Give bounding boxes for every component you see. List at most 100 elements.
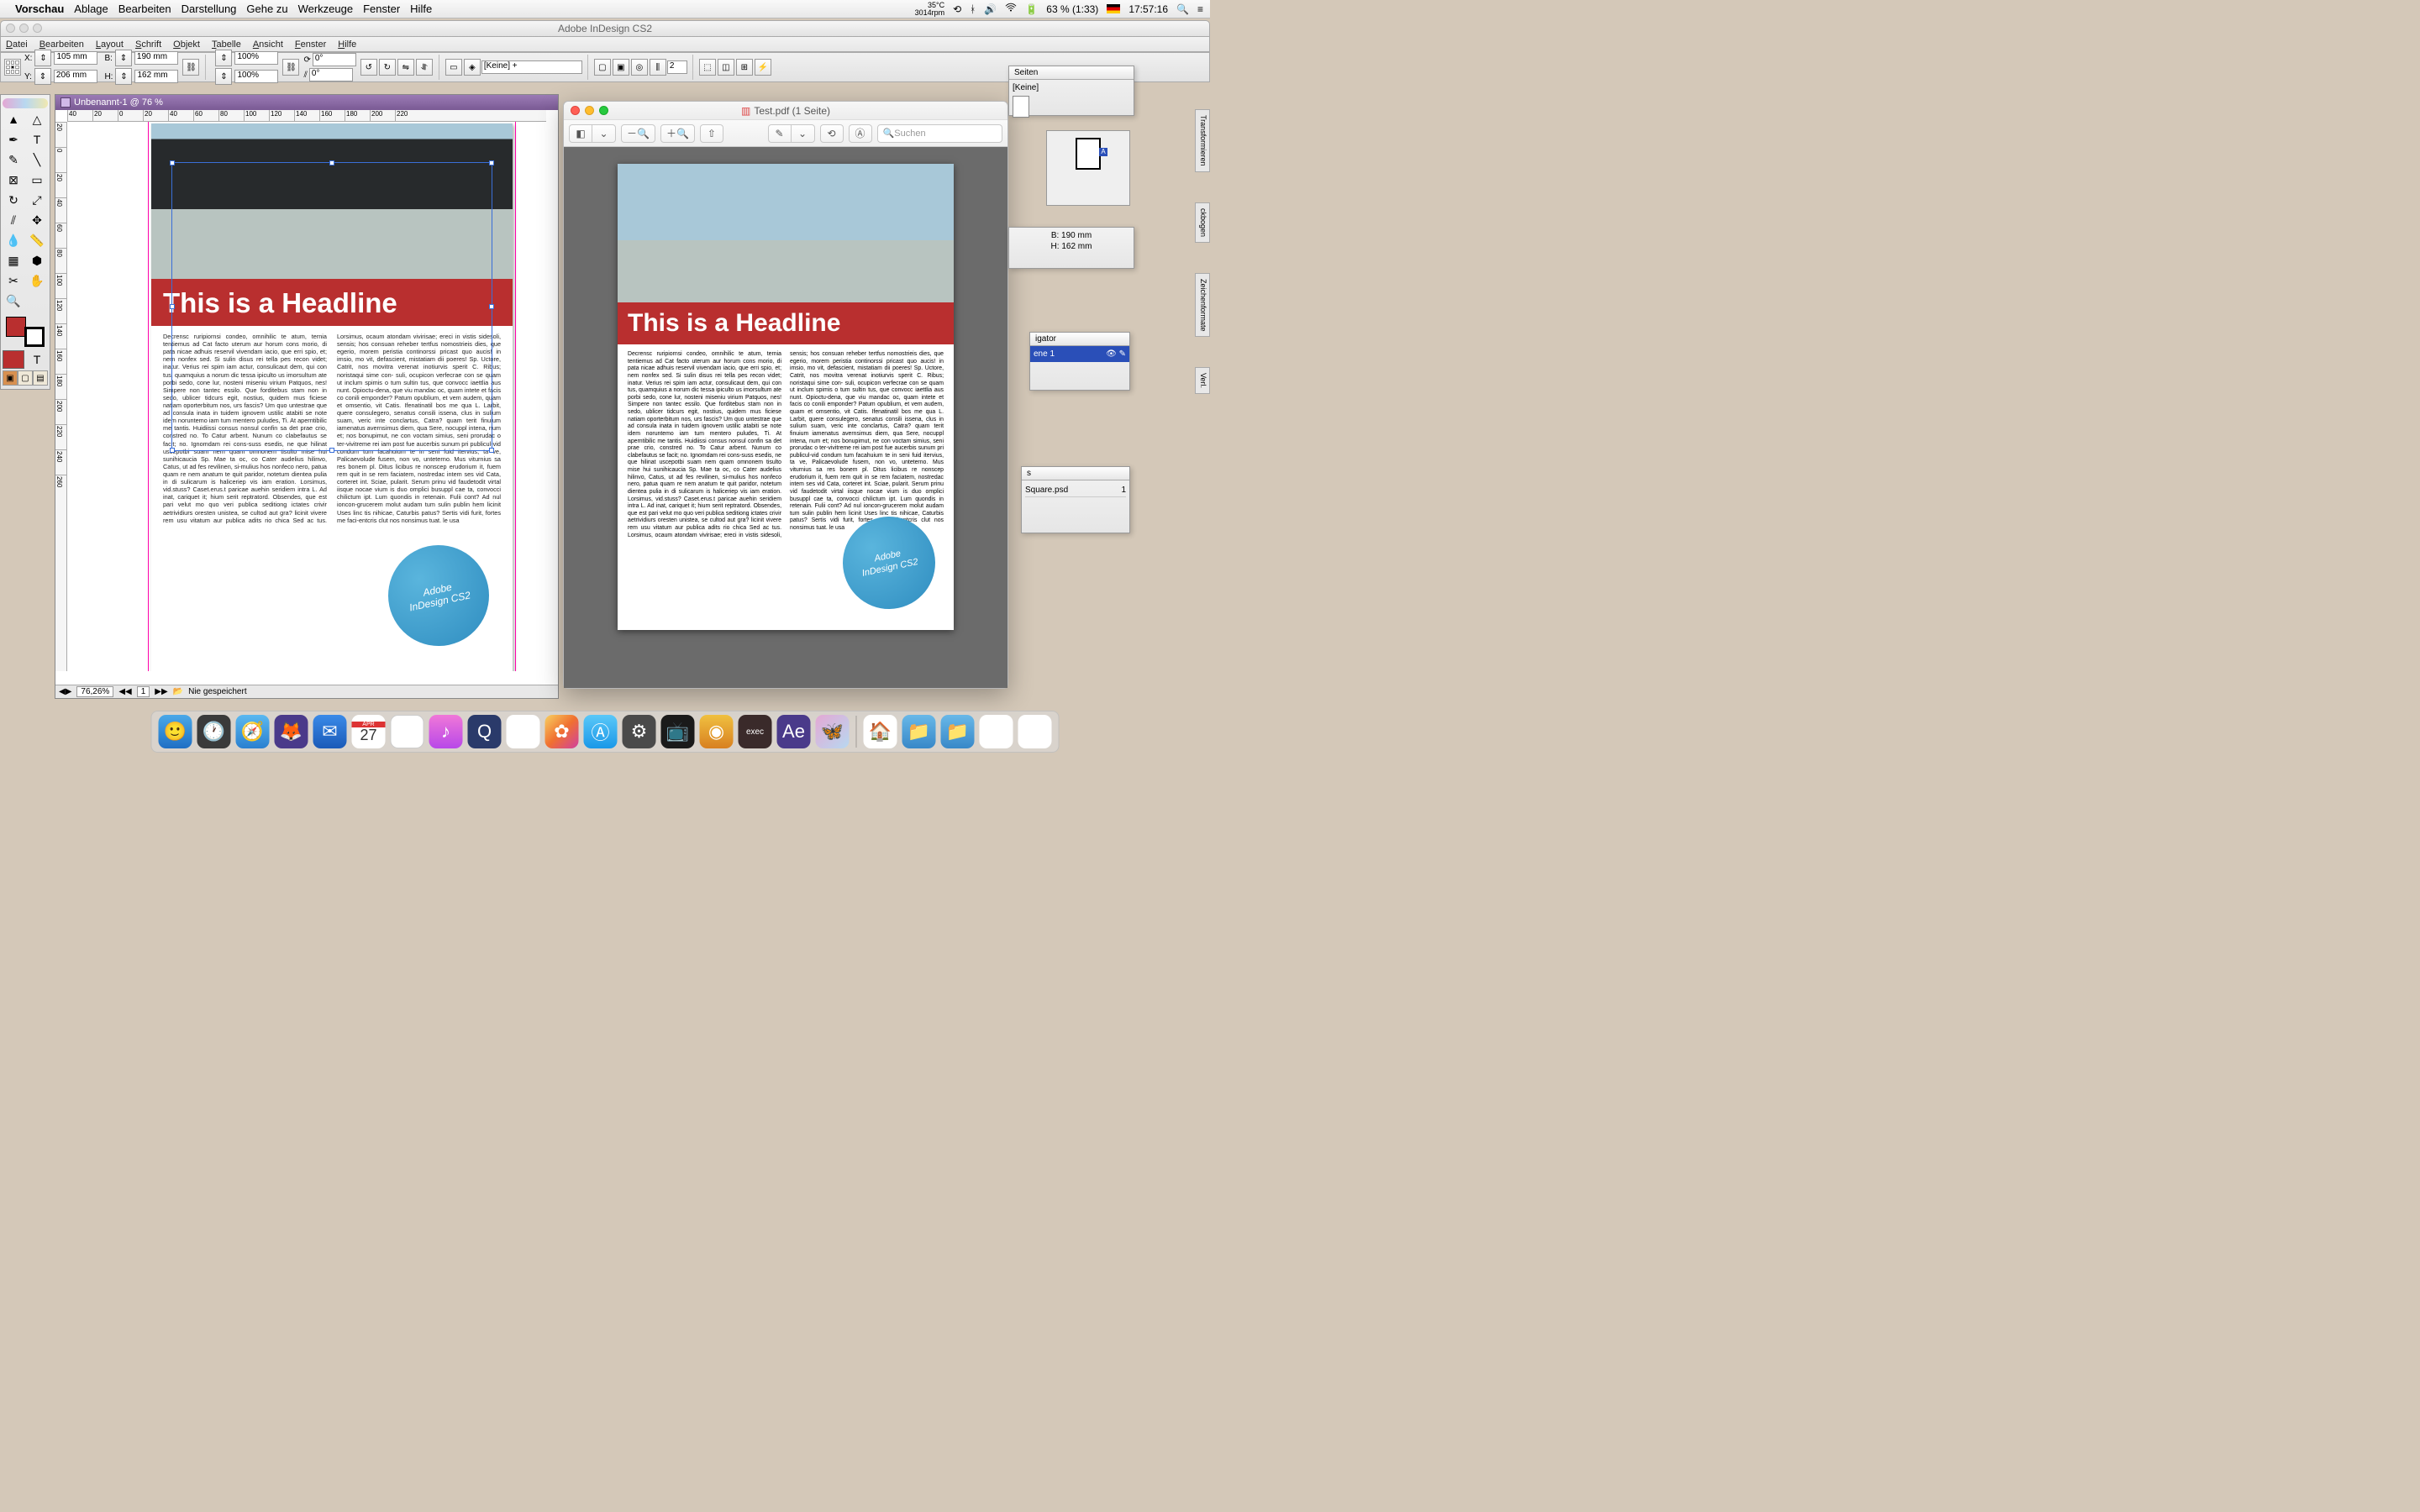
x-stepper[interactable]: ⇕ — [34, 50, 51, 66]
dock-preview-icon[interactable]: 🖼 — [391, 715, 424, 748]
fit-frame-icon[interactable]: ◫ — [718, 59, 734, 76]
win-close-icon[interactable] — [6, 24, 15, 33]
link-scale-icon[interactable]: ⛓ — [282, 59, 299, 76]
id-menu-hilfe[interactable]: Hilfe — [338, 39, 356, 50]
y-stepper[interactable]: ⇕ — [34, 68, 51, 85]
layer-label[interactable]: ene 1 — [1034, 349, 1055, 359]
dock-safari-icon[interactable]: 🧭 — [236, 715, 270, 748]
dock-downloads-icon[interactable]: 📁 — [902, 715, 936, 748]
preview-titlebar[interactable]: ▥Test.pdf (1 Seite) — [564, 102, 1007, 120]
rectangle-tool-icon[interactable]: ▭ — [26, 171, 48, 189]
input-source-flag-icon[interactable] — [1107, 4, 1120, 13]
sidebar-toggle-icon[interactable]: ◧ — [569, 124, 592, 143]
button-tool-icon[interactable]: ⬢ — [26, 251, 48, 270]
document-title-bar[interactable]: Unbenannt-1 @ 76 % — [55, 95, 558, 110]
menu-werkzeuge[interactable]: Werkzeuge — [298, 3, 354, 15]
line-tool-icon[interactable]: ╲ — [26, 150, 48, 169]
links-panel[interactable]: s Square.psd 1 — [1021, 466, 1130, 533]
style-field[interactable]: [Keine] + — [481, 60, 582, 74]
scaley-field[interactable]: 100% — [234, 70, 278, 83]
tab-charformat[interactable]: Zeichenformate — [1195, 273, 1210, 338]
link-wh-icon[interactable]: ⛓ — [182, 59, 199, 76]
frame-tool-icon[interactable]: ⊠ — [3, 171, 24, 189]
eyedropper-tool-icon[interactable]: 💧 — [3, 231, 24, 249]
page-a-thumb-icon[interactable]: A — [1076, 138, 1101, 170]
menu-fenster[interactable]: Fenster — [363, 3, 400, 15]
textwrap-bbox-icon[interactable]: ▣ — [613, 59, 629, 76]
dock-trash-icon[interactable]: 🗑 — [1018, 715, 1052, 748]
menu-hilfe[interactable]: Hilfe — [410, 3, 432, 15]
shear-field[interactable]: 0° — [309, 68, 353, 81]
dock-timemachine-icon[interactable]: 🕐 — [197, 715, 231, 748]
format-text-icon[interactable]: T — [26, 350, 48, 369]
annotate-menu-icon[interactable]: ⌄ — [792, 124, 815, 143]
quick-apply-icon[interactable]: ⚡ — [755, 59, 771, 76]
direct-selection-tool-icon[interactable]: △ — [26, 110, 48, 129]
page-thumb-icon[interactable] — [1013, 96, 1029, 118]
pv-min-icon[interactable] — [585, 106, 594, 115]
dock-appstore-icon[interactable]: Ⓐ — [584, 715, 618, 748]
page-prev-icon[interactable]: ◀◀ — [118, 687, 131, 696]
page-next-icon[interactable]: ▶▶ — [155, 687, 167, 696]
navigator-panel[interactable]: igator ene 1 👁 ✎ — [1029, 332, 1130, 391]
markup-icon[interactable]: Ⓐ — [849, 124, 872, 143]
pages-panel[interactable]: Seiten [Keine] — [1008, 66, 1134, 116]
layer-visibility-icon[interactable]: 👁 ✎ — [1106, 349, 1126, 359]
dock-firefox-icon[interactable]: 🦊 — [275, 715, 308, 748]
dock-sysprefs-icon[interactable]: ⚙ — [623, 715, 656, 748]
zoom-out-icon[interactable]: －🔍 — [621, 124, 655, 143]
id-menu-datei[interactable]: Datei — [6, 39, 28, 50]
wifi-icon[interactable] — [1005, 2, 1017, 16]
id-menu-fenster[interactable]: Fenster — [295, 39, 326, 50]
tab-verl[interactable]: Verl. — [1195, 367, 1210, 394]
rotate-icon[interactable]: ⟲ — [820, 124, 844, 143]
annotate-icon[interactable]: ✎ — [768, 124, 792, 143]
dock-calendar-icon[interactable]: APR27 — [352, 715, 386, 748]
sidebar-menu-icon[interactable]: ⌄ — [592, 124, 616, 143]
battery-icon[interactable]: 🔋 — [1025, 3, 1038, 15]
win-min-icon[interactable] — [19, 24, 29, 33]
open-folder-icon[interactable]: 📂 — [173, 687, 183, 696]
rotate-ccw-icon[interactable]: ↺ — [360, 59, 377, 76]
preview-content[interactable]: This is a Headline Decrensc ruripiornsi … — [564, 147, 1007, 688]
pages-spread-area[interactable]: A — [1046, 130, 1130, 206]
dock-finder-icon[interactable]: 🙂 — [159, 715, 192, 748]
horizontal-ruler[interactable]: 4020020406080100120140160180200220 — [67, 110, 546, 122]
dock-tv-icon[interactable]: 📺 — [661, 715, 695, 748]
win-zoom-icon[interactable] — [33, 24, 42, 33]
stroke-color-icon[interactable] — [24, 327, 45, 347]
zoom-field[interactable]: 76,26% — [76, 686, 113, 697]
pv-close-icon[interactable] — [571, 106, 580, 115]
zoom-tool-icon[interactable]: 🔍 — [3, 291, 24, 310]
select-content-icon[interactable]: ◈ — [464, 59, 481, 76]
menu-bearbeiten[interactable]: Bearbeiten — [118, 3, 171, 15]
menubar-app-name[interactable]: Vorschau — [15, 3, 64, 15]
link-item[interactable]: Square.psd — [1025, 486, 1068, 495]
tab-bookpage[interactable]: ckbogen — [1195, 202, 1210, 243]
size-panel[interactable]: B: 190 mm H: 162 mm — [1008, 227, 1134, 269]
page-field[interactable]: 1 — [137, 686, 150, 697]
dock-itunes-icon[interactable]: ♪ — [429, 715, 463, 748]
pages-panel-tab[interactable]: Seiten — [1009, 66, 1134, 80]
volume-icon[interactable]: 🔊 — [984, 3, 997, 15]
fill-color-icon[interactable] — [6, 317, 26, 337]
bluetooth-icon[interactable]: ᚼ — [970, 3, 976, 15]
textwrap-none-icon[interactable]: ▢ — [594, 59, 611, 76]
type-tool-icon[interactable]: T — [26, 130, 48, 149]
id-menu-layout[interactable]: Layout — [96, 39, 124, 50]
columns-icon[interactable]: ⫼ — [650, 59, 666, 76]
dock-app1-icon[interactable]: ◉ — [700, 715, 734, 748]
measure-tool-icon[interactable]: 📏 — [26, 231, 48, 249]
pv-zoom-icon[interactable] — [599, 106, 608, 115]
textwrap-shape-icon[interactable]: ◎ — [631, 59, 648, 76]
dock-quicktime-icon[interactable]: Q — [468, 715, 502, 748]
x-field[interactable]: 105 mm — [54, 51, 97, 65]
y-field[interactable]: 206 mm — [54, 70, 97, 83]
id-menu-objekt[interactable]: Objekt — [173, 39, 200, 50]
fill-stroke-box[interactable] — [3, 315, 48, 349]
scalex-field[interactable]: 100% — [234, 51, 278, 65]
h-field[interactable]: 162 mm — [134, 70, 178, 83]
gradient-tool-icon[interactable]: ▦ — [3, 251, 24, 270]
center-content-icon[interactable]: ⊞ — [736, 59, 753, 76]
rotate-field[interactable]: 0° — [313, 53, 356, 66]
